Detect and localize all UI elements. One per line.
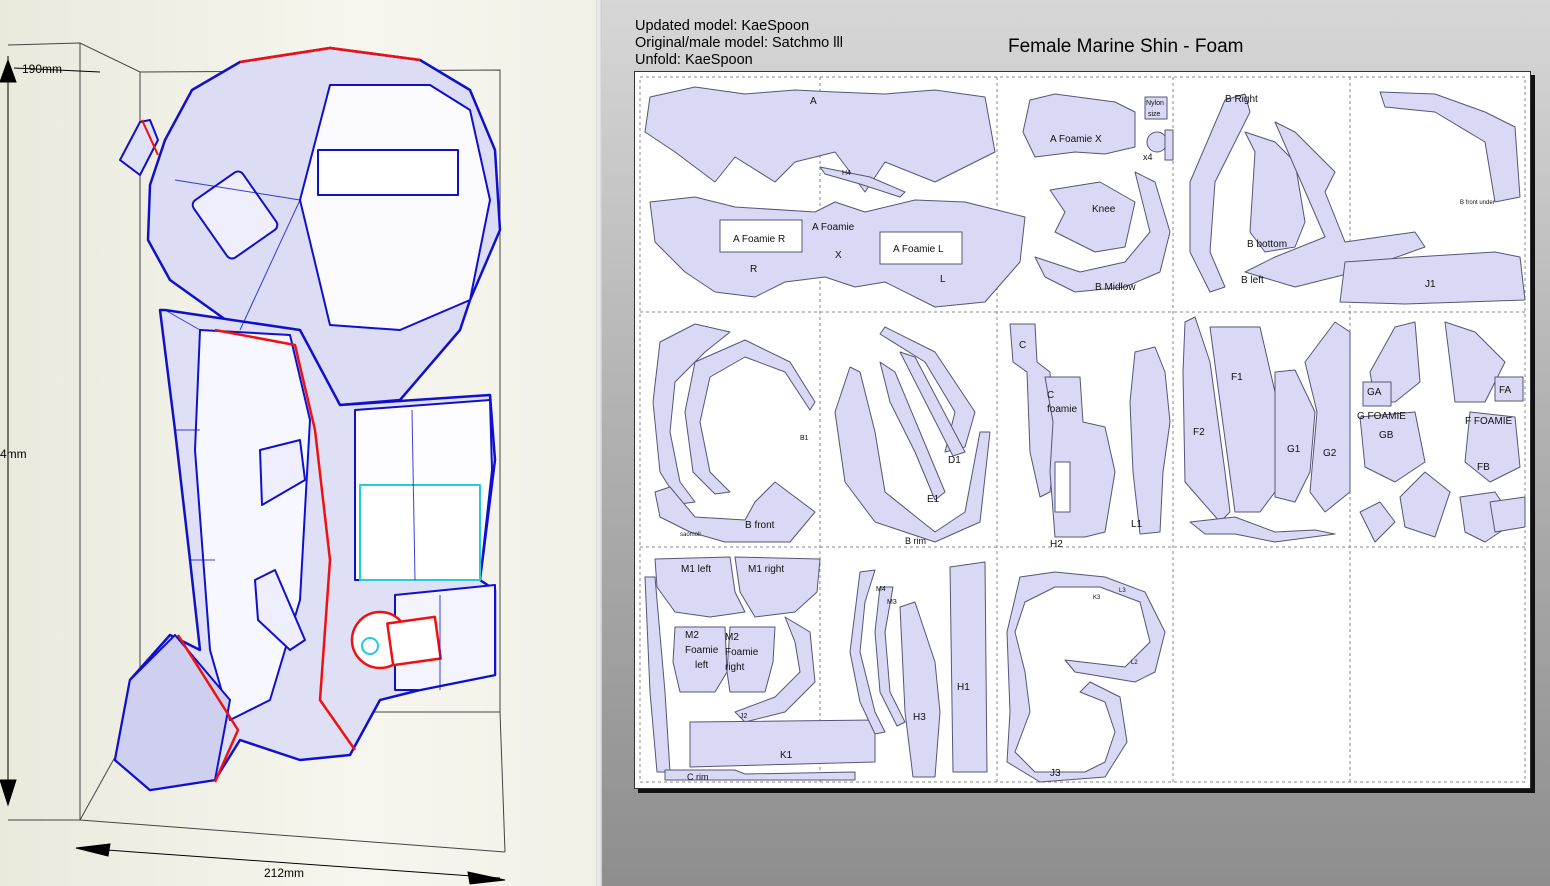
part-g-foamie[interactable] [1359,411,1426,483]
label-m3: M3 [887,599,897,606]
part-b1[interactable] [684,339,816,495]
credit-unfold: Unfold: KaeSpoon [635,52,753,68]
label-nylon: Nylon [1146,100,1164,107]
label-size: size [1148,111,1161,118]
part-a[interactable] [644,86,996,193]
label-knee: Knee [1092,204,1116,215]
label-m2-c: left [695,660,709,671]
label-b-midlow: B Midlow [1095,282,1136,293]
label-a-foamie-l: A Foamie L [893,244,944,255]
part-c-slot [1054,461,1071,513]
part-ga-bottom[interactable] [1359,501,1396,543]
paper-sheet[interactable]: A H4 A Foamie A Foamie R A Foamie L R X … [634,71,1531,789]
label-h3: H3 [913,712,926,723]
label-fa: FA [1499,385,1512,396]
label-e1: E1 [927,494,940,505]
label-m2r-a: M2 [725,632,739,643]
label-x: X [835,250,842,261]
sheet-title: Female Marine Shin - Foam [1008,36,1244,57]
part-b-right[interactable] [1189,93,1251,293]
label-l2: L2 [1131,660,1138,666]
part-b-rim[interactable] [834,366,991,543]
label-f1: F1 [1231,372,1243,383]
2d-unfold-viewport[interactable]: Updated model: KaeSpoon Original/male mo… [602,0,1550,886]
label-k3: K3 [1093,595,1101,601]
label-fb: FB [1477,462,1490,473]
label-a: A [810,96,817,107]
label-c: C [1019,340,1026,351]
label-ga: GA [1367,387,1382,398]
label-l3: L3 [1119,588,1126,594]
part-b-front-under[interactable] [1379,91,1521,203]
label-a-foamie-r: A Foamie R [733,234,785,245]
label-c-foamie-1: C [1047,390,1054,401]
label-c-foamie-2: foamie [1047,404,1077,415]
label-j1: J1 [1425,279,1436,290]
label-b-rim: B rim [905,536,926,546]
label-b-front: B front [745,520,775,531]
label-m4: M4 [876,586,886,593]
label-f2: F2 [1193,427,1205,438]
part-h1[interactable] [949,561,988,773]
label-g2: G2 [1323,448,1337,459]
label-l: L [940,274,946,285]
width-dimension-label: 212mm [264,866,305,880]
label-a-foamie-x: A Foamie X [1050,134,1102,145]
label-m2-b: Foamie [685,645,719,656]
part-nylon-strip[interactable] [1164,129,1174,161]
3d-model-canvas[interactable] [0,0,596,886]
label-g-foamie: G FOAMIE [1357,411,1406,422]
label-k1: K1 [780,750,793,761]
label-m2r-c: right [725,662,745,673]
label-x4: x4 [1143,152,1153,162]
label-m2-a: M2 [685,630,699,641]
part-f-strip[interactable] [1189,516,1336,543]
label-h1: H1 [957,682,970,693]
label-m2r-b: Foamie [725,647,759,658]
part-h3[interactable] [899,601,941,778]
label-b-left: B left [1241,275,1264,286]
shin-armor-model[interactable] [113,46,502,792]
label-c-rim: C rim [687,772,709,782]
part-e1[interactable] [879,361,946,501]
part-gb-bottom[interactable] [1399,471,1451,538]
label-j2: J2 [740,713,748,720]
height-dimension-label: 4mm [0,447,27,461]
unfold-parts-canvas[interactable]: A H4 A Foamie A Foamie R A Foamie L R X … [635,72,1530,788]
label-b-right: B Right [1225,94,1258,105]
label-f-foamie: F FOAMIE [1465,416,1513,427]
label-gb: GB [1379,430,1394,441]
part-l1[interactable] [1129,346,1171,535]
label-l1: L1 [1131,519,1143,530]
part-m-side-strip[interactable] [644,576,671,773]
label-r: R [750,264,757,275]
depth-dimension-label: 190mm [22,62,63,76]
label-m1-left: M1 left [681,564,711,575]
part-fa-bottom[interactable] [1489,496,1526,533]
part-nylon-ring[interactable] [1146,131,1168,153]
label-j3: J3 [1050,768,1061,779]
credit-original-model: Original/male model: Satchmo lll [635,35,843,51]
part-a-foamie-x[interactable] [1022,93,1136,158]
label-b-front-under: B front under [1460,200,1495,206]
label-h4: H4 [842,170,851,177]
credit-updated-model: Updated model: KaeSpoon [635,18,810,34]
3d-viewport[interactable]: 190mm 4mm 212mm [0,0,596,886]
label-b1: B1 [800,435,809,442]
label-d1: D1 [948,455,961,466]
label-m1-right: M1 right [748,564,784,575]
label-b-bottom: B bottom [1247,239,1287,250]
label-h2: H2 [1050,539,1063,550]
part-g1[interactable] [1274,369,1316,503]
label-g1: G1 [1287,444,1301,455]
label-saomoll: saomoll [680,532,701,538]
part-c-foamie[interactable] [1044,376,1116,538]
part-knee[interactable] [1049,181,1136,253]
label-a-foamie: A Foamie [812,222,855,233]
part-j3[interactable] [1006,571,1166,783]
